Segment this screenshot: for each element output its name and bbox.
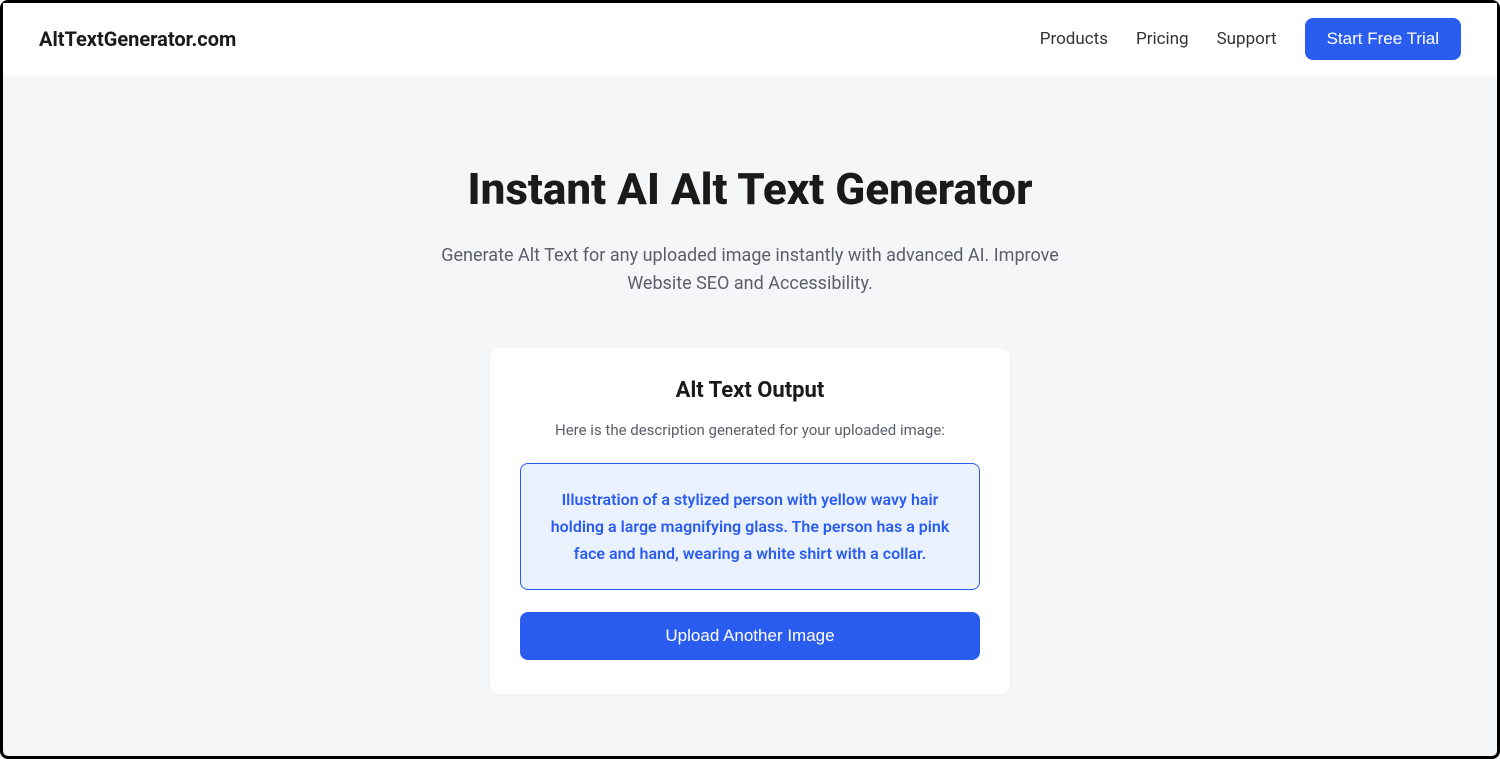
- nav-support[interactable]: Support: [1217, 29, 1277, 49]
- nav-products[interactable]: Products: [1040, 29, 1108, 49]
- nav-pricing[interactable]: Pricing: [1136, 29, 1189, 49]
- brand-logo[interactable]: AltTextGenerator.com: [39, 27, 236, 51]
- output-card: Alt Text Output Here is the description …: [490, 348, 1010, 695]
- card-subtitle: Here is the description generated for yo…: [520, 421, 980, 439]
- upload-another-image-button[interactable]: Upload Another Image: [520, 612, 980, 660]
- page-title: Instant AI Alt Text Generator: [400, 163, 1100, 216]
- nav: Products Pricing Support Start Free Tria…: [1040, 18, 1461, 60]
- main-content: Instant AI Alt Text Generator Generate A…: [3, 75, 1497, 694]
- start-free-trial-button[interactable]: Start Free Trial: [1305, 18, 1461, 60]
- page-subtitle: Generate Alt Text for any uploaded image…: [440, 242, 1060, 298]
- card-title: Alt Text Output: [520, 378, 980, 403]
- header: AltTextGenerator.com Products Pricing Su…: [3, 3, 1497, 75]
- alt-text-output: Illustration of a stylized person with y…: [520, 463, 980, 591]
